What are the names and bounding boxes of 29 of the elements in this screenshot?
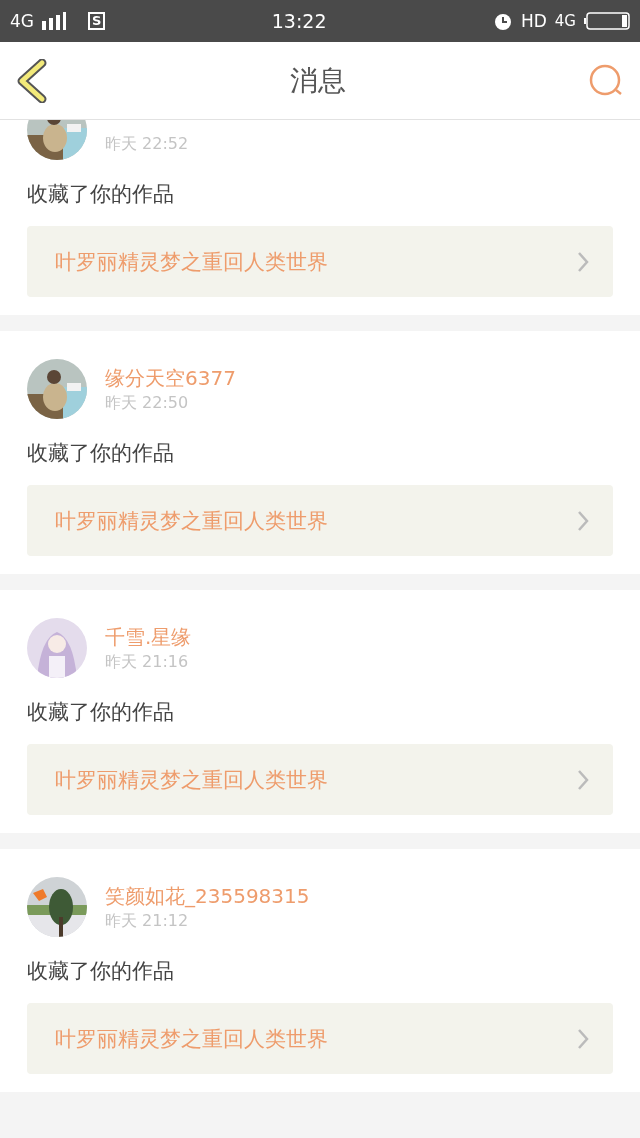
message-text: 收藏了你的作品: [27, 958, 175, 985]
sim-card: S: [88, 12, 106, 30]
signal-icon: [42, 12, 66, 30]
message-time: 昨天 22:50: [105, 392, 190, 414]
work-link[interactable]: 叶罗丽精灵梦之重回人类世界: [27, 744, 613, 815]
message-text: 收藏了你的作品: [27, 181, 175, 208]
user-name[interactable]: 千雪.星缘: [105, 623, 192, 650]
user-name[interactable]: 缘分天空6377: [105, 364, 236, 391]
battery-icon: [584, 11, 630, 31]
work-link[interactable]: 叶罗丽精灵梦之重回人类世界: [27, 226, 613, 297]
clock-time: 13:22: [270, 10, 328, 32]
message-text: 收藏了你的作品: [27, 699, 175, 726]
chevron-right-icon: [577, 509, 589, 532]
page-title: 消息: [290, 62, 346, 99]
chevron-right-icon: [577, 250, 589, 273]
alarm-icon: [492, 11, 513, 31]
message-time: 昨天 22:52: [105, 133, 189, 155]
chevron-right-icon: [577, 1027, 589, 1050]
message-time: 昨天 21:12: [105, 910, 190, 932]
message-time: 昨天 21:16: [105, 651, 190, 673]
data-indicator: 4G: [554, 12, 576, 30]
network-type: 4G: [10, 11, 34, 31]
hd-indicator: HD: [520, 11, 547, 31]
chevron-right-icon: [577, 768, 589, 791]
back-icon[interactable]: [16, 58, 48, 103]
work-link[interactable]: 叶罗丽精灵梦之重回人类世界: [27, 485, 613, 556]
user-name[interactable]: 笑颜如花_235598315: [105, 882, 310, 909]
message-text: 收藏了你的作品: [27, 440, 175, 467]
work-link[interactable]: 叶罗丽精灵梦之重回人类世界: [27, 1003, 613, 1074]
